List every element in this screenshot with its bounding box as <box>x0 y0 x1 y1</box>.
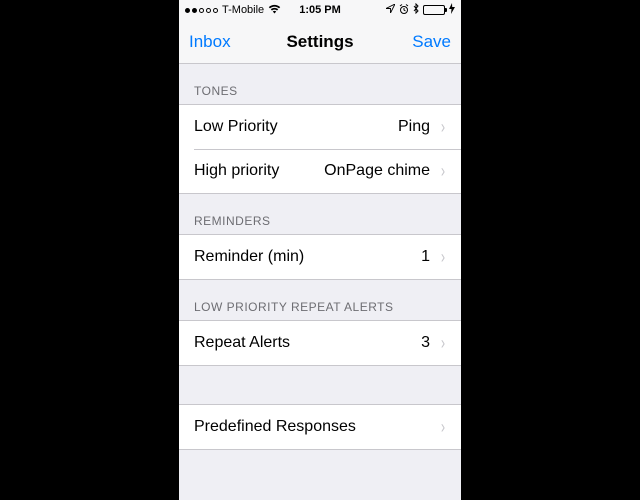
phone-screen: T-Mobile 1:05 PM Inbox Settings Save <box>179 0 461 500</box>
nav-bar: Inbox Settings Save <box>179 20 461 64</box>
battery-icon <box>423 5 445 15</box>
row-value: 3 <box>421 334 430 352</box>
location-icon <box>386 4 395 16</box>
group-reminders: Reminder (min) 1 › <box>179 234 461 280</box>
row-label: Low Priority <box>194 118 398 136</box>
save-button[interactable]: Save <box>412 32 451 52</box>
section-header-low-repeat: Low Priority Repeat Alerts <box>179 280 461 320</box>
carrier-label: T-Mobile <box>222 4 264 16</box>
chevron-right-icon: › <box>441 333 445 354</box>
bluetooth-icon <box>413 3 419 17</box>
row-reminder[interactable]: Reminder (min) 1 › <box>179 235 461 279</box>
chevron-right-icon: › <box>441 117 445 138</box>
spacer <box>179 366 461 404</box>
section-header-tones: Tones <box>179 64 461 104</box>
row-value: Ping <box>398 118 430 136</box>
row-value: 1 <box>421 248 430 266</box>
chevron-right-icon: › <box>441 161 445 182</box>
row-label: Predefined Responses <box>194 418 440 436</box>
alarm-icon <box>399 4 409 17</box>
group-low-repeat: Repeat Alerts 3 › <box>179 320 461 366</box>
signal-dots-icon <box>185 8 218 13</box>
chevron-right-icon: › <box>441 417 445 438</box>
row-label: High priority <box>194 162 324 180</box>
group-predefined: Predefined Responses › <box>179 404 461 450</box>
row-repeat-alerts[interactable]: Repeat Alerts 3 › <box>179 321 461 365</box>
row-high-priority[interactable]: High priority OnPage chime › <box>179 149 461 193</box>
status-bar: T-Mobile 1:05 PM <box>179 0 461 20</box>
row-predefined-responses[interactable]: Predefined Responses › <box>179 405 461 449</box>
chevron-right-icon: › <box>441 247 445 268</box>
wifi-icon <box>268 4 281 17</box>
row-label: Repeat Alerts <box>194 334 421 352</box>
back-button[interactable]: Inbox <box>189 32 231 52</box>
row-value: OnPage chime <box>324 162 430 180</box>
group-tones: Low Priority Ping › High priority OnPage… <box>179 104 461 194</box>
charging-icon <box>449 3 455 17</box>
row-label: Reminder (min) <box>194 248 421 266</box>
row-low-priority[interactable]: Low Priority Ping › <box>179 105 461 149</box>
section-header-reminders: Reminders <box>179 194 461 234</box>
